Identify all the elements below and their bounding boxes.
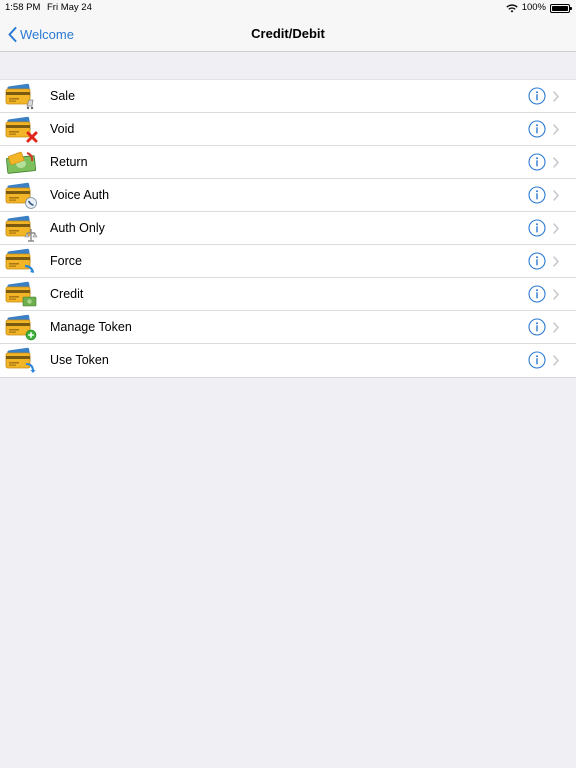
menu-item-return[interactable]: Return [0,146,576,179]
menu-item-credit[interactable]: Credit [0,278,576,311]
menu-item-label: Force [50,254,82,268]
status-bar: 1:58 PM Fri May 24 100% [0,0,576,16]
info-icon[interactable] [528,252,546,270]
card-use-token-icon [5,347,36,373]
chevron-right-icon [553,322,559,333]
chevron-right-icon [553,124,559,135]
return-money-icon [6,151,37,174]
info-icon[interactable] [528,153,546,171]
battery-icon [550,3,572,13]
wifi-icon [506,3,518,12]
status-right: 100% [506,0,572,16]
menu-item-use-token[interactable]: Use Token [0,344,576,377]
menu-item-voice-auth[interactable]: Voice Auth [0,179,576,212]
chevron-right-icon [553,256,559,267]
card-credit-icon [5,281,37,307]
chevron-right-icon [553,223,559,234]
menu-item-label: Use Token [50,353,109,367]
menu-item-label: Return [50,155,88,169]
menu-item-void[interactable]: Void [0,113,576,146]
info-icon[interactable] [528,87,546,105]
info-icon[interactable] [528,186,546,204]
menu-item-sale[interactable]: Sale [0,80,576,113]
menu-item-manage-token[interactable]: Manage Token [0,311,576,344]
info-icon[interactable] [528,120,546,138]
card-add-token-icon [5,314,37,341]
chevron-right-icon [553,355,559,366]
card-phone-icon [5,182,37,209]
menu-item-label: Voice Auth [50,188,110,202]
menu-item-auth-only[interactable]: Auth Only [0,212,576,245]
menu-item-label: Auth Only [50,221,105,235]
info-icon[interactable] [528,285,546,303]
menu-item-label: Void [50,122,75,136]
status-time: 1:58 PM [5,2,41,13]
card-force-icon [5,248,35,273]
chevron-right-icon [553,91,559,102]
battery-percent: 100% [521,2,546,13]
card-sale-icon [5,83,34,110]
info-icon[interactable] [528,219,546,237]
info-icon[interactable] [528,351,546,369]
menu-item-force[interactable]: Force [0,245,576,278]
info-icon[interactable] [528,318,546,336]
status-date: Fri May 24 [47,2,92,13]
chevron-right-icon [553,157,559,168]
chevron-right-icon [553,190,559,201]
menu-item-label: Credit [50,287,84,301]
menu-item-label: Manage Token [50,320,132,334]
navigation-bar: Welcome Credit/Debit [0,16,576,52]
page-title: Credit/Debit [251,26,325,41]
chevron-right-icon [553,289,559,300]
transaction-menu: Sale Void Return Voice Auth Auth Only Force Cr… [0,79,576,378]
menu-item-label: Sale [50,89,76,103]
card-auth-icon [5,215,38,242]
card-void-icon [5,116,38,143]
